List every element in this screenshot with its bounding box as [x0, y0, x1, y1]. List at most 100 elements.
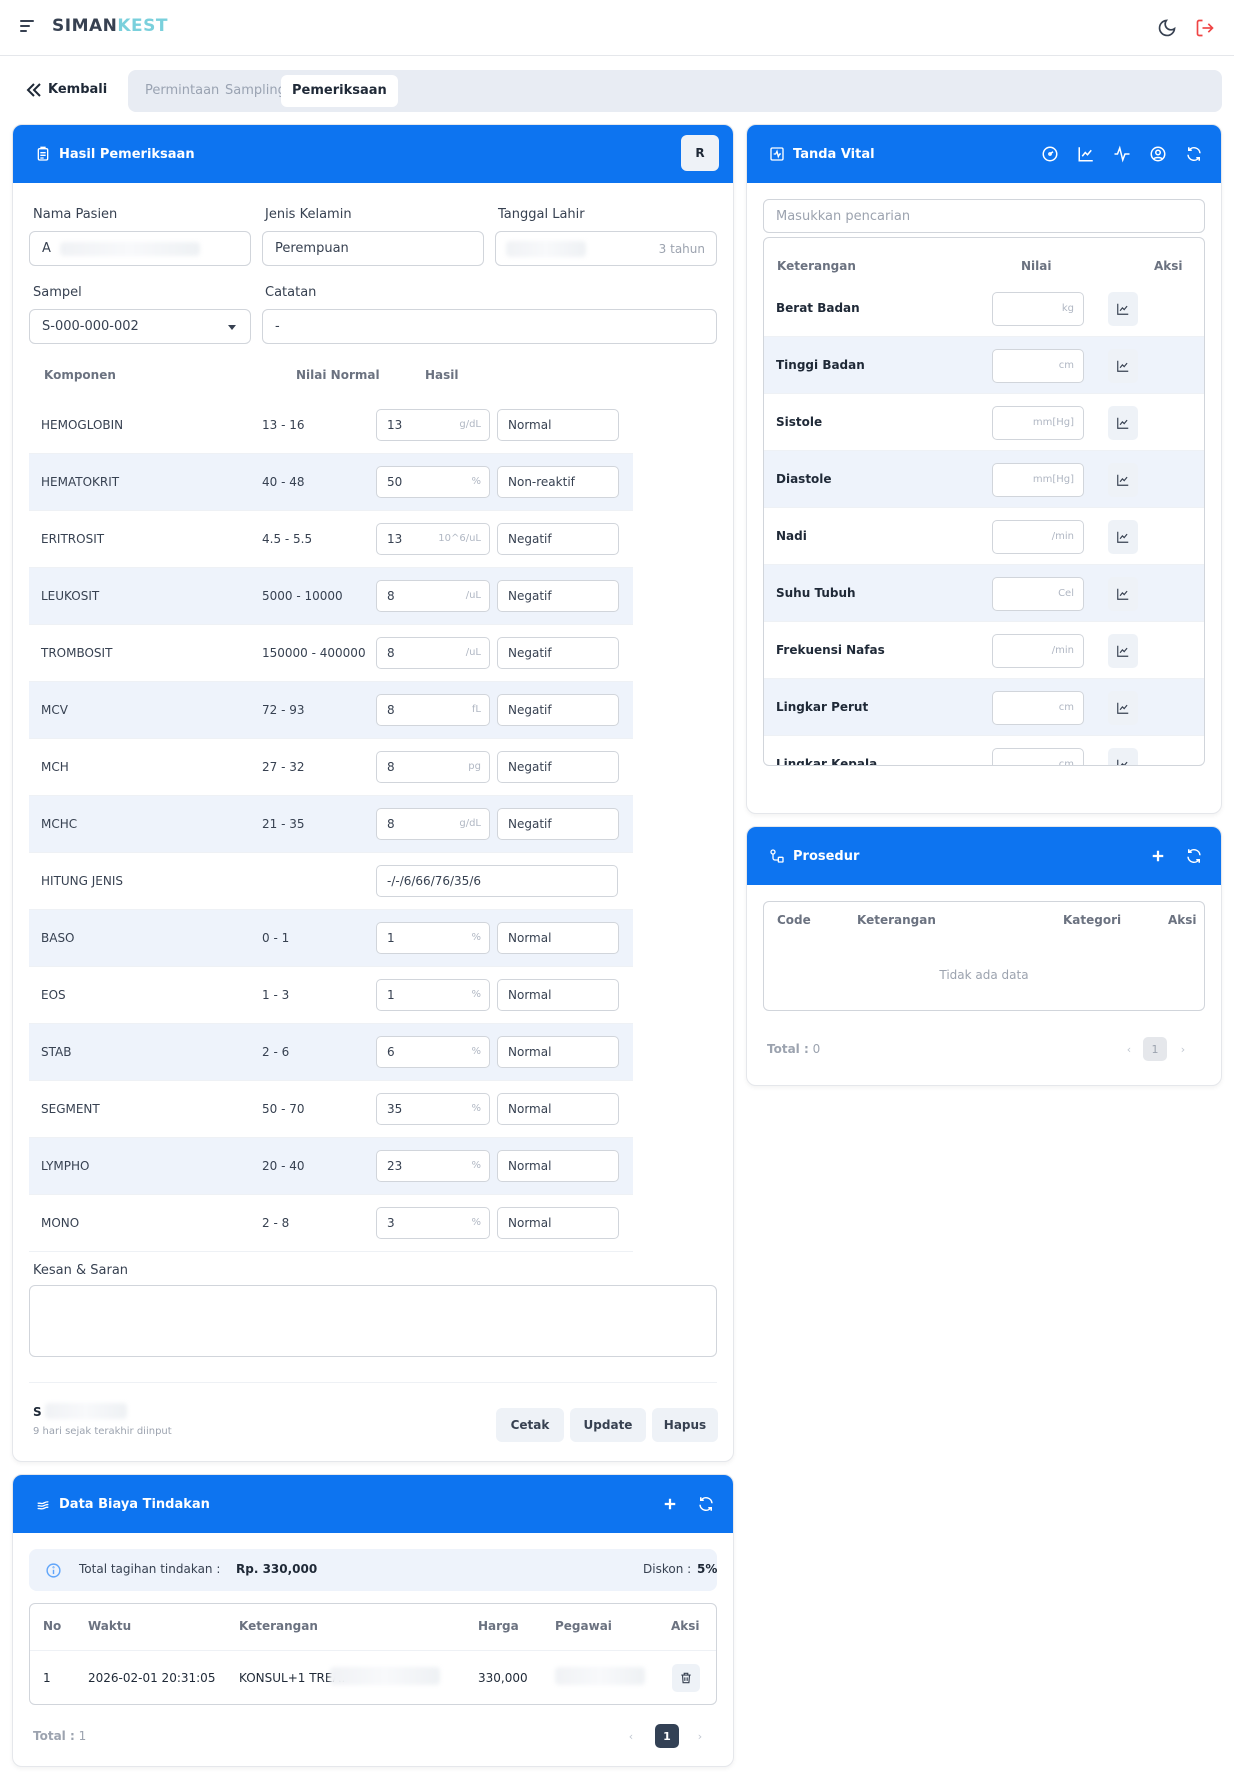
- tgl-field[interactable]: 3 tahun: [495, 231, 717, 266]
- vital-value-input[interactable]: /min: [992, 520, 1084, 554]
- chart-button[interactable]: [1108, 577, 1138, 611]
- vital-unit: /min: [1051, 645, 1074, 656]
- status-input[interactable]: Non-reaktif: [497, 466, 619, 498]
- status-input[interactable]: Normal: [497, 1093, 619, 1125]
- vital-row: Lingkar Kepala cm: [764, 736, 1204, 765]
- moon-icon[interactable]: [1157, 18, 1177, 38]
- chart-button[interactable]: [1108, 349, 1138, 383]
- komponen-name: STAB: [41, 1045, 72, 1059]
- vital-unit: mm[Hg]: [1032, 474, 1074, 485]
- hasil-input[interactable]: -/-/6/66/76/35/6: [376, 865, 618, 897]
- lab-row: HITUNG JENIS -/-/6/66/76/35/6: [29, 853, 633, 910]
- nilai-normal: 5000 - 10000: [262, 589, 343, 603]
- hasil-input[interactable]: 35%: [376, 1093, 490, 1125]
- status-input[interactable]: Normal: [497, 922, 619, 954]
- biaya-total-label: Total :: [33, 1729, 75, 1743]
- chart-button[interactable]: [1108, 748, 1138, 765]
- vital-row: Nadi/min: [764, 508, 1204, 565]
- r-button[interactable]: R: [681, 135, 719, 171]
- vital-actions: [1037, 141, 1207, 167]
- status-input[interactable]: Negatif: [497, 637, 619, 669]
- menu-icon[interactable]: [20, 20, 34, 32]
- chart-button[interactable]: [1108, 406, 1138, 440]
- status-input[interactable]: Negatif: [497, 694, 619, 726]
- pr-th-aksi: Aksi: [1168, 913, 1197, 927]
- tgl-label: Tanggal Lahir: [498, 207, 585, 222]
- chart-button[interactable]: [1108, 634, 1138, 668]
- status-input[interactable]: Normal: [497, 409, 619, 441]
- tab-pemeriksaan[interactable]: Pemeriksaan: [281, 75, 398, 107]
- hasil-input[interactable]: 3%: [376, 1207, 490, 1239]
- delete-button[interactable]: [672, 1664, 700, 1692]
- refresh-icon[interactable]: [1181, 843, 1207, 869]
- chart-button[interactable]: [1108, 463, 1138, 497]
- total-tagihan-label: Total tagihan tindakan :: [79, 1562, 221, 1576]
- plus-icon[interactable]: [657, 1491, 683, 1517]
- page-prev-icon[interactable]: ‹: [619, 1724, 643, 1748]
- gauge-icon[interactable]: [1037, 141, 1063, 167]
- vital-value-input[interactable]: cm: [992, 349, 1084, 383]
- sampel-select[interactable]: S-000-000-002: [29, 309, 251, 344]
- status-input[interactable]: Negatif: [497, 751, 619, 783]
- chart-icon: [1117, 531, 1129, 543]
- hasil-input[interactable]: 1%: [376, 922, 490, 954]
- refresh-icon[interactable]: [693, 1491, 719, 1517]
- hasil-input[interactable]: 8/uL: [376, 637, 490, 669]
- jk-field[interactable]: Perempuan: [262, 231, 484, 266]
- status-input[interactable]: Normal: [497, 979, 619, 1011]
- hasil-input[interactable]: 8 g/dL: [376, 808, 490, 840]
- status-input[interactable]: Normal: [497, 1036, 619, 1068]
- catatan-field[interactable]: -: [262, 309, 717, 344]
- status-input[interactable]: Negatif: [497, 580, 619, 612]
- vital-value-input[interactable]: cm: [992, 691, 1084, 725]
- status-value: Normal: [508, 1102, 552, 1116]
- hasil-input[interactable]: 13 10^6/uL: [376, 523, 490, 555]
- chart-button[interactable]: [1108, 691, 1138, 725]
- hapus-button[interactable]: Hapus: [652, 1408, 718, 1442]
- chart-icon: [1117, 588, 1129, 600]
- vital-value-input[interactable]: kg: [992, 292, 1084, 326]
- back-button[interactable]: Kembali: [26, 82, 107, 97]
- user-circle-icon[interactable]: [1145, 141, 1171, 167]
- status-input[interactable]: Negatif: [497, 808, 619, 840]
- vital-search-input[interactable]: Masukkan pencarian: [763, 199, 1205, 233]
- page-button[interactable]: 1: [1143, 1037, 1167, 1061]
- status-input[interactable]: Normal: [497, 1150, 619, 1182]
- chart-button[interactable]: [1108, 520, 1138, 554]
- vital-label: Sistole: [776, 415, 823, 429]
- pulse-icon[interactable]: [1109, 141, 1135, 167]
- vital-value-input[interactable]: Cel: [992, 577, 1084, 611]
- page-next-icon[interactable]: ›: [688, 1724, 712, 1748]
- kesan-textarea[interactable]: [29, 1285, 717, 1357]
- status-input[interactable]: Negatif: [497, 523, 619, 555]
- hasil-value: 23: [387, 1159, 403, 1173]
- refresh-icon[interactable]: [1181, 141, 1207, 167]
- hasil-input[interactable]: 8 fL: [376, 694, 490, 726]
- row-waktu: 2026-02-01 20:31:05: [88, 1671, 216, 1685]
- vital-value-input[interactable]: mm[Hg]: [992, 406, 1084, 440]
- plus-icon[interactable]: [1145, 843, 1171, 869]
- vital-value-input[interactable]: mm[Hg]: [992, 463, 1084, 497]
- page-prev-icon[interactable]: ‹: [1117, 1037, 1141, 1061]
- hasil-input[interactable]: 1%: [376, 979, 490, 1011]
- hasil-input[interactable]: 8/uL: [376, 580, 490, 612]
- vital-value-input[interactable]: /min: [992, 634, 1084, 668]
- hasil-input[interactable]: 6%: [376, 1036, 490, 1068]
- line-chart-icon[interactable]: [1073, 141, 1099, 167]
- logout-icon[interactable]: [1194, 18, 1216, 38]
- hasil-input[interactable]: 13 g/dL: [376, 409, 490, 441]
- biaya-card: Data Biaya Tindakan Total tagihan tindak…: [12, 1474, 734, 1767]
- chart-button[interactable]: [1108, 292, 1138, 326]
- update-button[interactable]: Update: [570, 1408, 646, 1442]
- hasil-input[interactable]: 50%: [376, 466, 490, 498]
- vital-label: Frekuensi Nafas: [776, 643, 885, 657]
- hasil-input[interactable]: 8 pg: [376, 751, 490, 783]
- cetak-button[interactable]: Cetak: [496, 1408, 564, 1442]
- vital-value-input[interactable]: cm: [992, 748, 1084, 765]
- hasil-input[interactable]: 23%: [376, 1150, 490, 1182]
- page-next-icon[interactable]: ›: [1171, 1037, 1195, 1061]
- status-value: Negatif: [508, 817, 552, 831]
- page-button[interactable]: 1: [655, 1724, 679, 1748]
- status-input[interactable]: Normal: [497, 1207, 619, 1239]
- nama-field[interactable]: A: [29, 231, 251, 266]
